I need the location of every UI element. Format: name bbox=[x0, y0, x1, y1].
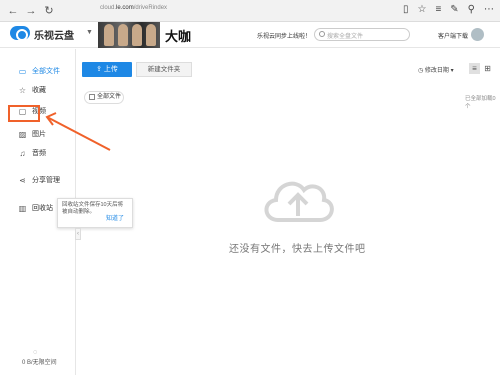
sidebar-item-favorites[interactable]: ☆ 收藏 bbox=[0, 83, 76, 99]
breadcrumb[interactable]: 全部文件 bbox=[84, 91, 124, 104]
note-pen-icon[interactable]: ✎ bbox=[450, 4, 458, 15]
chevron-down-icon: ▾ bbox=[450, 68, 454, 74]
sidebar-item-images[interactable]: ▨ 图片 bbox=[0, 127, 76, 143]
music-icon: ♫ bbox=[19, 149, 26, 158]
upload-button[interactable]: ⇪ 上传 bbox=[82, 62, 132, 77]
more-icon[interactable]: ⋯ bbox=[484, 4, 494, 15]
list-view-icon[interactable]: ≡ bbox=[469, 63, 480, 74]
folder-icon: ▭ bbox=[18, 67, 27, 76]
app-name[interactable]: 乐视云盘 bbox=[34, 27, 74, 42]
new-folder-button[interactable]: 新建文件夹 bbox=[136, 62, 192, 77]
banner-figure bbox=[132, 24, 142, 46]
back-icon[interactable]: ← bbox=[6, 4, 20, 18]
empty-state-message: 还没有文件，快去上传文件吧 bbox=[229, 244, 366, 255]
url-domain: le.com bbox=[116, 5, 134, 11]
share-browser-icon[interactable]: ⚲ bbox=[468, 4, 475, 15]
sidebar-item-label: 全部文件 bbox=[32, 68, 60, 75]
file-count: 已全部加载0个 bbox=[465, 96, 496, 110]
address-bar[interactable]: cloud.le.com/driveRindex bbox=[100, 5, 167, 11]
refresh-icon[interactable]: ↻ bbox=[42, 4, 56, 18]
banner-text[interactable]: 大咖 bbox=[165, 26, 191, 45]
forward-icon[interactable]: → bbox=[24, 4, 38, 18]
browser-tools: ▯ ☆ ≡ ✎ ⚲ ⋯ bbox=[403, 4, 494, 15]
search-placeholder: 搜索全盘文件 bbox=[327, 34, 364, 40]
list-icon bbox=[89, 94, 95, 100]
sidebar-item-all-files[interactable]: ▭ 全部文件 bbox=[0, 64, 76, 80]
sidebar-item-share[interactable]: ⋖ 分享管理 bbox=[0, 173, 76, 189]
cloud-logo-icon[interactable] bbox=[10, 26, 30, 41]
sidebar-collapse-handle[interactable]: ‹ bbox=[75, 228, 81, 240]
trash-tooltip: 回收站文件保存10天后将被自动删除。 知道了 bbox=[57, 198, 133, 228]
upload-icon: ⇪ bbox=[96, 66, 102, 73]
avatar[interactable] bbox=[471, 28, 484, 41]
sidebar-item-label: 收藏 bbox=[32, 87, 46, 94]
grid-view-icon[interactable]: ⊞ bbox=[482, 63, 493, 74]
banner-figure bbox=[146, 24, 156, 46]
storage-usage: 0 B/无限空间 bbox=[22, 360, 57, 366]
upload-label: 上传 bbox=[103, 66, 118, 73]
image-icon: ▨ bbox=[18, 130, 27, 139]
sort-icon: ◷ bbox=[418, 68, 424, 74]
star-icon: ☆ bbox=[18, 86, 27, 95]
sidebar-item-label: 分享管理 bbox=[32, 177, 60, 184]
sidebar-item-label: 图片 bbox=[32, 131, 46, 138]
cloud-upload-icon bbox=[264, 181, 334, 222]
sidebar-item-label: 回收站 bbox=[32, 205, 53, 212]
trash-icon: ▥ bbox=[18, 204, 27, 213]
banner-figure bbox=[104, 24, 114, 46]
browser-toolbar: ← → ↻ cloud.le.com/driveRindex ▯ ☆ ≡ ✎ ⚲… bbox=[0, 0, 500, 22]
url-path: /driveRindex bbox=[133, 5, 168, 11]
url-prefix: cloud. bbox=[100, 5, 117, 11]
sort-label: 修改日期 bbox=[424, 68, 449, 74]
sync-notice[interactable]: 乐视云同步上线啦！ bbox=[257, 31, 311, 40]
search-icon bbox=[319, 31, 325, 37]
hub-icon[interactable]: ≡ bbox=[435, 4, 441, 15]
sidebar-item-audio[interactable]: ♫ 音频 bbox=[0, 146, 76, 162]
breadcrumb-label: 全部文件 bbox=[97, 94, 122, 100]
sidebar-item-label: 音频 bbox=[32, 150, 46, 157]
client-download-link[interactable]: 客户端下载 bbox=[438, 31, 468, 40]
app-header: 乐视云盘 ▼ 大咖 乐视云同步上线啦！ 搜索全盘文件 客户端下载 bbox=[0, 22, 500, 48]
tooltip-dismiss-button[interactable]: 知道了 bbox=[106, 216, 124, 223]
share-icon: ⋖ bbox=[19, 176, 26, 185]
search-input[interactable]: 搜索全盘文件 bbox=[314, 28, 410, 41]
banner-figure bbox=[118, 24, 128, 46]
tooltip-text: 回收站文件保存10天后将被自动删除。 bbox=[62, 202, 124, 215]
storage-icon: ◌ bbox=[33, 349, 38, 356]
banner-image[interactable] bbox=[98, 22, 160, 48]
chevron-down-icon[interactable]: ▼ bbox=[86, 29, 93, 36]
reading-view-icon[interactable]: ▯ bbox=[403, 4, 409, 15]
favorite-star-icon[interactable]: ☆ bbox=[417, 4, 426, 15]
sort-dropdown[interactable]: ◷ 修改日期 ▾ bbox=[418, 65, 454, 74]
annotation-highlight-box bbox=[8, 105, 40, 122]
